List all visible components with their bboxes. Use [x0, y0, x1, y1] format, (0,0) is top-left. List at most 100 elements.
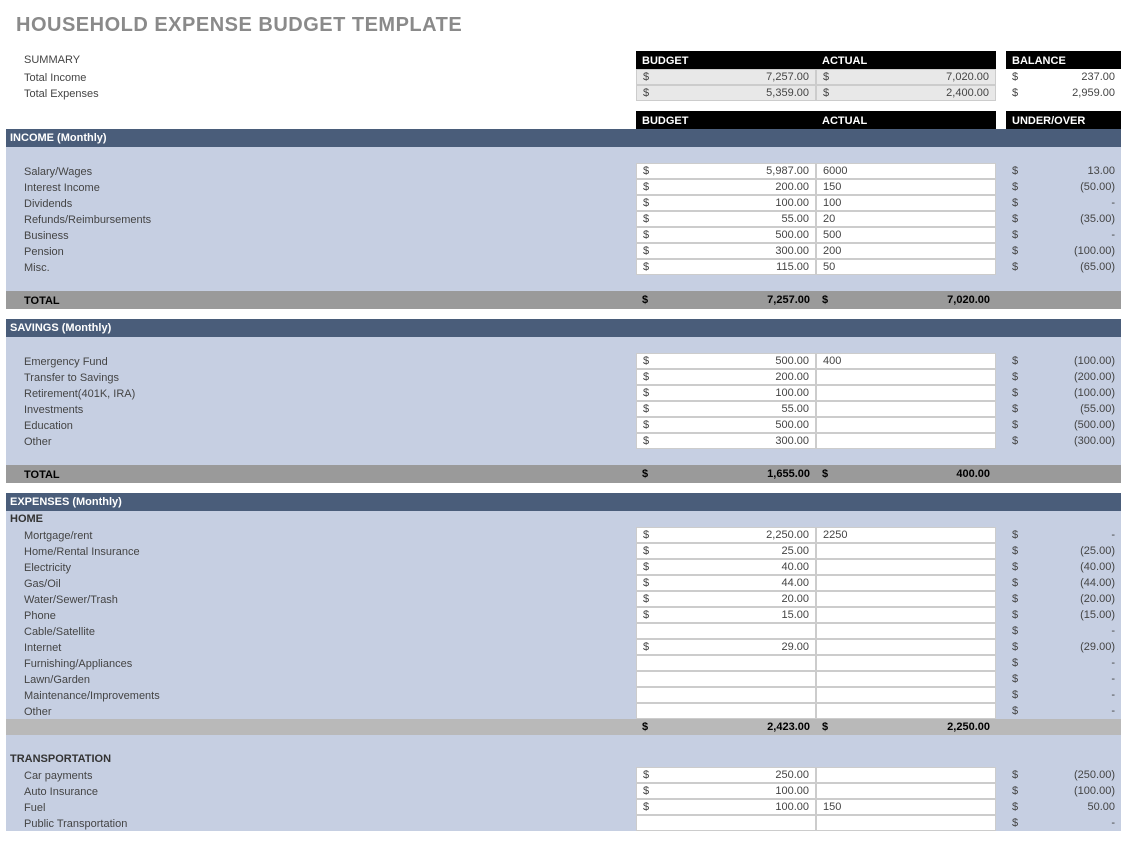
- summary-budget[interactable]: $5,359.00: [636, 85, 816, 101]
- savings-row-budget-cell[interactable]: $300.00: [636, 433, 816, 449]
- home-row-underover: $-: [1006, 687, 1121, 703]
- subheading-home: HOME: [6, 511, 1121, 527]
- income-row-label: Salary/Wages: [6, 163, 636, 179]
- header-actual: ACTUAL: [816, 51, 996, 69]
- subheading-transport: TRANSPORTATION: [6, 751, 1121, 767]
- home-row-budget-cell[interactable]: $44.00: [636, 575, 816, 591]
- savings-row-underover: $(200.00): [1006, 369, 1121, 385]
- savings-row-label: Other: [6, 433, 636, 449]
- home-row-actual-cell[interactable]: [816, 703, 996, 719]
- home-row-budget-cell[interactable]: [636, 655, 816, 671]
- home-row-actual-cell[interactable]: [816, 543, 996, 559]
- home-row-label: Water/Sewer/Trash: [6, 591, 636, 607]
- home-row-label: Home/Rental Insurance: [6, 543, 636, 559]
- home-row-actual-cell[interactable]: [816, 623, 996, 639]
- income-row-actual-cell[interactable]: $150: [816, 179, 996, 195]
- home-row-budget-cell[interactable]: [636, 671, 816, 687]
- income-row-underover: $(35.00): [1006, 211, 1121, 227]
- income-row-label: Business: [6, 227, 636, 243]
- transport-row-actual-cell[interactable]: [816, 815, 996, 831]
- savings-row-actual-cell[interactable]: [816, 369, 996, 385]
- income-row-budget-cell[interactable]: $55.00: [636, 211, 816, 227]
- transport-row-actual-cell[interactable]: [816, 783, 996, 799]
- home-row-label: Electricity: [6, 559, 636, 575]
- summary-row-label: Total Expenses: [6, 85, 636, 101]
- income-row-budget-cell[interactable]: $200.00: [636, 179, 816, 195]
- income-row-budget-cell[interactable]: $500.00: [636, 227, 816, 243]
- income-row-actual-cell[interactable]: $500: [816, 227, 996, 243]
- savings-row-budget-cell[interactable]: $100.00: [636, 385, 816, 401]
- home-row-underover: $(44.00): [1006, 575, 1121, 591]
- savings-row-budget-cell[interactable]: $500.00: [636, 417, 816, 433]
- savings-total-budget: $1,655.00: [636, 465, 816, 483]
- income-row-budget-cell[interactable]: $300.00: [636, 243, 816, 259]
- home-row-label: Phone: [6, 607, 636, 623]
- home-row-underover: $-: [1006, 655, 1121, 671]
- savings-total-actual: $400.00: [816, 465, 996, 483]
- savings-row-label: Investments: [6, 401, 636, 417]
- transport-row-budget-cell[interactable]: [636, 815, 816, 831]
- savings-row-budget-cell[interactable]: $200.00: [636, 369, 816, 385]
- income-row-budget-cell[interactable]: $100.00: [636, 195, 816, 211]
- savings-row-underover: $(55.00): [1006, 401, 1121, 417]
- savings-row-actual-cell[interactable]: [816, 417, 996, 433]
- home-row-actual-cell[interactable]: [816, 559, 996, 575]
- savings-row-actual-cell[interactable]: [816, 401, 996, 417]
- savings-row-budget-cell[interactable]: $500.00: [636, 353, 816, 369]
- home-row-label: Mortgage/rent: [6, 527, 636, 543]
- income-row-actual-cell[interactable]: $20: [816, 211, 996, 227]
- home-row-actual-cell[interactable]: [816, 639, 996, 655]
- savings-row-budget-cell[interactable]: $55.00: [636, 401, 816, 417]
- transport-row-actual-cell[interactable]: $150: [816, 799, 996, 815]
- home-row-budget-cell[interactable]: $15.00: [636, 607, 816, 623]
- income-row-budget-cell[interactable]: $115.00: [636, 259, 816, 275]
- income-row-budget-cell[interactable]: $5,987.00: [636, 163, 816, 179]
- summary-actual[interactable]: $7,020.00: [816, 69, 996, 85]
- col-header-underover: UNDER/OVER: [1006, 111, 1121, 129]
- income-row-underover: $-: [1006, 195, 1121, 211]
- home-row-underover: $-: [1006, 703, 1121, 719]
- income-row-label: Dividends: [6, 195, 636, 211]
- header-budget: BUDGET: [636, 51, 816, 69]
- transport-row-actual-cell[interactable]: [816, 767, 996, 783]
- income-total-label: TOTAL: [6, 291, 636, 309]
- income-row-actual-cell[interactable]: $50: [816, 259, 996, 275]
- transport-row-budget-cell[interactable]: $100.00: [636, 799, 816, 815]
- home-row-actual-cell[interactable]: [816, 607, 996, 623]
- transport-row-budget-cell[interactable]: $250.00: [636, 767, 816, 783]
- home-row-actual-cell[interactable]: [816, 575, 996, 591]
- home-row-budget-cell[interactable]: $2,250.00: [636, 527, 816, 543]
- transport-row-budget-cell[interactable]: $100.00: [636, 783, 816, 799]
- home-row-label: Internet: [6, 639, 636, 655]
- income-row-actual-cell[interactable]: $200: [816, 243, 996, 259]
- summary-actual[interactable]: $2,400.00: [816, 85, 996, 101]
- savings-row-actual-cell[interactable]: [816, 385, 996, 401]
- home-row-actual-cell[interactable]: [816, 591, 996, 607]
- home-row-budget-cell[interactable]: [636, 687, 816, 703]
- home-row-actual-cell[interactable]: [816, 687, 996, 703]
- savings-row-actual-cell[interactable]: [816, 433, 996, 449]
- home-row-underover: $(15.00): [1006, 607, 1121, 623]
- home-row-budget-cell[interactable]: $29.00: [636, 639, 816, 655]
- home-row-budget-cell[interactable]: $40.00: [636, 559, 816, 575]
- home-subtotal-actual: $2,250.00: [816, 719, 996, 735]
- income-row-actual-cell[interactable]: $100: [816, 195, 996, 211]
- income-total-actual: $7,020.00: [816, 291, 996, 309]
- transport-row-label: Public Transportation: [6, 815, 636, 831]
- home-row-actual-cell[interactable]: [816, 671, 996, 687]
- home-row-budget-cell[interactable]: $25.00: [636, 543, 816, 559]
- home-row-actual-cell[interactable]: [816, 655, 996, 671]
- transport-row-underover: $-: [1006, 815, 1121, 831]
- income-row-underover: $(100.00): [1006, 243, 1121, 259]
- savings-row-underover: $(100.00): [1006, 385, 1121, 401]
- home-row-budget-cell[interactable]: [636, 623, 816, 639]
- home-row-underover: $-: [1006, 623, 1121, 639]
- summary-budget[interactable]: $7,257.00: [636, 69, 816, 85]
- col-header-actual: ACTUAL: [816, 111, 996, 129]
- home-row-budget-cell[interactable]: [636, 703, 816, 719]
- home-row-actual-cell[interactable]: $2250: [816, 527, 996, 543]
- home-row-budget-cell[interactable]: $20.00: [636, 591, 816, 607]
- savings-row-actual-cell[interactable]: $400: [816, 353, 996, 369]
- income-row-actual-cell[interactable]: $6000: [816, 163, 996, 179]
- savings-row-underover: $(100.00): [1006, 353, 1121, 369]
